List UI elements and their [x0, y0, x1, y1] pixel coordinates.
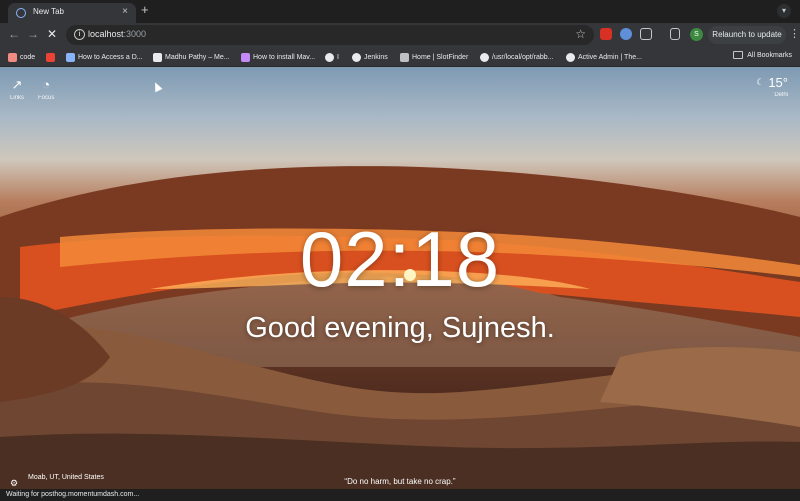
pocket-extension-icon[interactable]	[600, 28, 612, 40]
bookmark-label: /usr/local/opt/rabb...	[492, 53, 554, 61]
tab-strip: New Tab × + ▾	[0, 0, 800, 23]
address-host: localhost	[88, 29, 124, 39]
greeting[interactable]: Good evening, Sujnesh.	[0, 311, 800, 345]
profile-avatar[interactable]: S	[690, 28, 703, 41]
bookmark-label: code	[20, 53, 36, 61]
red-app-icon	[46, 52, 55, 62]
address-port: :3000	[123, 29, 147, 39]
bookmark-label: Madhu Pathy – Me...	[165, 53, 230, 61]
quote[interactable]: “Do no harm, but take no crap.”	[0, 477, 800, 486]
bookmark-item[interactable]: code	[8, 51, 35, 63]
tab-search-icon[interactable]: ▾	[777, 4, 791, 18]
bookmark-label: How to install Mav...	[253, 53, 316, 61]
bookmarks-bar: All Bookmarks code How to Access a D... Ma…	[0, 47, 800, 67]
back-button[interactable]: ←	[8, 26, 20, 42]
google-icon	[352, 52, 361, 62]
bookmark-item[interactable]	[46, 51, 55, 63]
all-bookmarks-button[interactable]: All Bookmarks	[733, 51, 792, 59]
code-icon	[8, 52, 17, 62]
link-icon	[66, 52, 75, 62]
forward-button[interactable]: →	[27, 26, 39, 42]
address-bar[interactable]: i localhost:3000 ☆	[66, 25, 594, 45]
bookmark-item[interactable]: /usr/local/opt/rabb...	[480, 51, 553, 63]
bookmark-item[interactable]: I	[325, 51, 339, 63]
relaunch-to-update-button[interactable]: Relaunch to update	[708, 26, 786, 44]
links-icon: ↗	[11, 77, 23, 92]
tab-title: New Tab	[33, 7, 64, 16]
status-bubble: Waiting for posthog.momentumdash.com...	[0, 489, 146, 501]
bookmark-label: Active Admin | The...	[578, 53, 642, 61]
tab-new-tab[interactable]: New Tab ×	[8, 3, 136, 23]
medium-icon	[153, 52, 162, 62]
close-tab-icon[interactable]: ×	[122, 6, 128, 18]
clock[interactable]: 02:18	[0, 217, 800, 301]
github-icon	[325, 52, 334, 62]
weather-city: Delhi	[774, 92, 788, 98]
weather-temp-row: ☾ 15°	[756, 75, 788, 90]
bookmark-label: Jenkins	[364, 53, 388, 61]
bookmark-item[interactable]: Active Admin | The...	[566, 51, 642, 63]
browser-toolbar: ← → ✕ i localhost:3000 ☆ S Relaunch to u…	[0, 23, 800, 47]
chrome-tab-icon	[16, 8, 26, 18]
focus-label: Focus	[38, 95, 55, 101]
address-text[interactable]: localhost:3000	[88, 29, 146, 39]
bookmark-item[interactable]: Jenkins	[352, 51, 388, 63]
bookmark-label: Home | SlotFinder	[412, 53, 469, 61]
weather-widget[interactable]: ☾ 15° Delhi	[756, 75, 788, 98]
extensions-puzzle-icon[interactable]	[640, 28, 652, 40]
slotfinder-icon	[400, 52, 409, 62]
new-tab-button[interactable]: +	[141, 3, 149, 17]
github-icon	[480, 52, 489, 62]
bookmark-item[interactable]: Home | SlotFinder	[400, 51, 468, 63]
links-label: Links	[10, 95, 25, 101]
focus-icon: ◔	[42, 77, 51, 92]
bookmark-star-icon[interactable]: ☆	[575, 27, 586, 41]
momentum-page: ↗ Links ◔ Focus ☾ 15° Delhi 02:18 Good e…	[0, 67, 800, 489]
stop-loading-button[interactable]: ✕	[47, 26, 57, 42]
globe-icon	[566, 52, 575, 62]
moon-icon: ☾	[756, 77, 765, 87]
bookmark-item[interactable]: How to install Mav...	[241, 51, 315, 63]
links-button[interactable]: ↗ Links	[10, 77, 24, 101]
more-menu-icon[interactable]: ⋮	[789, 27, 800, 41]
site-info-icon[interactable]: i	[74, 29, 85, 40]
bookmark-label: How to Access a D...	[78, 53, 143, 61]
all-bookmarks-label: All Bookmarks	[747, 51, 792, 59]
weather-temperature: 15°	[768, 75, 788, 90]
side-panel-icon[interactable]	[670, 28, 680, 40]
focus-button[interactable]: ◔ Focus	[38, 77, 54, 101]
page-icon	[241, 52, 250, 62]
bookmark-item[interactable]: How to Access a D...	[66, 51, 143, 63]
bookmark-label: I	[337, 53, 339, 61]
globe-extension-icon[interactable]	[620, 28, 632, 40]
bookmark-item[interactable]: Madhu Pathy – Me...	[153, 51, 230, 63]
folder-icon	[733, 51, 744, 59]
